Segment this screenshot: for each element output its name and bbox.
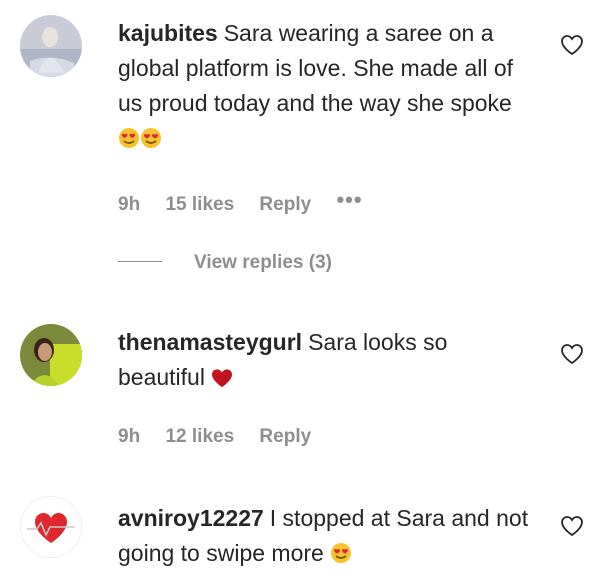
comment-meta: 9h 12 likes Reply [118, 426, 331, 448]
comment-likes[interactable]: 15 likes [165, 194, 234, 215]
heart-eyes-emoji [140, 124, 162, 159]
comment-time: 9h [118, 426, 141, 447]
comment-text-block: thenamasteygurl Sara looks so beautiful [118, 325, 538, 398]
avatar-kajubites[interactable] [20, 15, 82, 77]
avatar-avniroy12227[interactable] [20, 496, 82, 558]
view-replies-button[interactable]: View replies (3) [118, 252, 332, 274]
comment-likes[interactable]: 12 likes [165, 426, 234, 447]
more-options-icon[interactable]: ••• [336, 187, 362, 213]
comment-username[interactable]: kajubites [118, 20, 218, 46]
like-heart-icon[interactable] [560, 343, 584, 365]
comment-text-block: kajubites Sara wearing a saree on a globa… [118, 16, 538, 159]
comment-text-block: avniroy12227 I stopped at Sara and not go… [118, 501, 538, 574]
view-replies-label: View replies (3) [194, 252, 332, 273]
red-heart-emoji [211, 363, 233, 398]
comment-username[interactable]: avniroy12227 [118, 505, 264, 531]
divider-line [118, 261, 162, 262]
like-heart-icon[interactable] [560, 34, 584, 56]
heart-eyes-emoji [330, 539, 352, 574]
avatar-thenamasteygurl[interactable] [20, 324, 82, 386]
reply-button[interactable]: Reply [259, 426, 311, 447]
heart-eyes-emoji [118, 124, 140, 159]
comment-username[interactable]: thenamasteygurl [118, 329, 302, 355]
reply-button[interactable]: Reply [259, 194, 311, 215]
like-heart-icon[interactable] [560, 515, 584, 537]
comment-time: 9h [118, 194, 141, 215]
comment-meta: 9h 15 likes Reply ••• [118, 187, 383, 216]
